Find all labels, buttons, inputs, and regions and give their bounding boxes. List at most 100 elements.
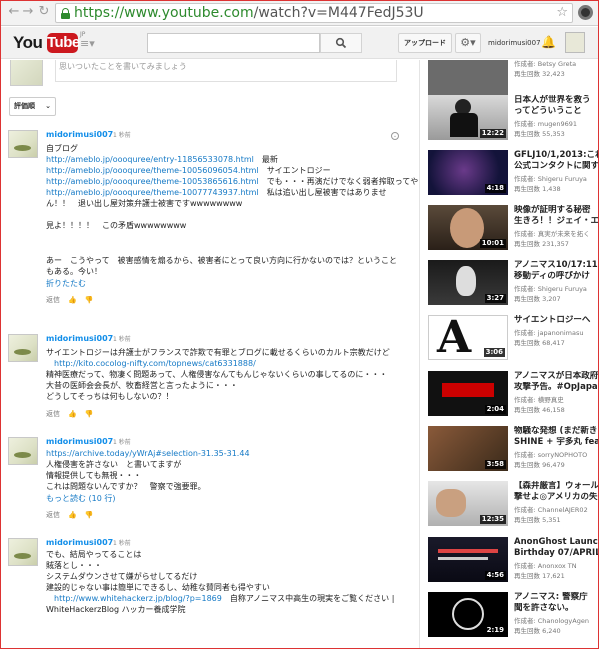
search-input[interactable] (147, 33, 320, 53)
video-thumbnail[interactable]: 12:22 (428, 95, 508, 140)
related-video[interactable]: 2:19 アノニマス: 警察庁 聞を許さない。 作成者: ChanologyAg… (428, 592, 599, 639)
thumb-down-icon[interactable]: 👎 (85, 296, 94, 304)
sort-dropdown[interactable]: 評価順 ⌄ (9, 97, 56, 116)
thumb-up-icon[interactable]: 👍 (68, 410, 77, 418)
comment-time[interactable]: 1 秒前 (113, 437, 131, 446)
video-author[interactable]: 作成者: Betsy Greta (514, 60, 599, 69)
related-video[interactable]: 4:18 GFLJ10/1,2013:これ 公式コンタクトに関する 作成者: S… (428, 150, 599, 197)
commenter-avatar[interactable] (8, 130, 38, 158)
video-author[interactable]: 作成者: 真実が未来を拓く (514, 229, 599, 239)
related-video[interactable]: 12:35 【森井厳言】ウォール 撃せよ◎アメリカの失 作成者: Channel… (428, 481, 599, 528)
reply-button[interactable]: 返信 (46, 296, 60, 304)
account-avatar[interactable] (565, 32, 585, 53)
commenter-avatar[interactable] (8, 334, 38, 362)
thumb-up-icon[interactable]: 👍 (68, 296, 77, 304)
comment-link[interactable]: http://ameblo.jp/oooquree/theme-10053865… (46, 177, 259, 186)
video-author[interactable]: 作成者: ChannelAJER02 (514, 505, 599, 515)
thumb-down-icon[interactable]: 👎 (85, 410, 94, 418)
related-video[interactable]: 4:56 AnonGhost Launch Birthday 07/APRIL/… (428, 537, 599, 584)
extension-icon[interactable] (578, 5, 593, 20)
video-thumbnail[interactable]: 4:56 (428, 537, 508, 582)
video-title[interactable]: AnonGhost Launch (514, 537, 599, 548)
search-button[interactable] (320, 33, 362, 53)
bookmark-star-icon[interactable]: ☆ (556, 5, 568, 20)
video-author[interactable]: 作成者: 横野真史 (514, 395, 599, 405)
video-title[interactable]: 生きろ！！ジェイ・エセ (514, 216, 599, 227)
comment-time[interactable]: 1 秒前 (113, 130, 131, 139)
video-title[interactable]: 映像が証明する秘密 (514, 205, 599, 216)
video-thumbnail[interactable] (428, 60, 508, 97)
video-title[interactable]: 公式コンタクトに関する (514, 161, 599, 172)
forward-arrow-icon[interactable]: → (20, 4, 36, 20)
video-thumbnail[interactable]: 3:58 (428, 426, 508, 471)
guide-menu-icon[interactable]: ≡▾ (80, 37, 95, 50)
video-title[interactable]: 物騒な発想 (まだ新き (514, 426, 599, 437)
video-author[interactable]: 作成者: ChanologyAgen (514, 616, 599, 626)
notification-bell-icon[interactable]: 🔔 (541, 35, 556, 49)
video-title[interactable]: 聞を許さない。 (514, 603, 599, 614)
related-video[interactable]: 12:22 日本人が世界を救う ってどういうこと 作成者: mugen9691 … (428, 95, 599, 142)
collapse-link[interactable]: 折りたたむ (46, 278, 86, 289)
comment-link[interactable]: https://archive.today/yWrAj#selection-31… (46, 449, 250, 458)
related-video[interactable]: A 3:06 サイエントロジーへ 作成者: japanonimasu 再生回数 … (428, 315, 599, 362)
username[interactable]: midorimusi007 (488, 39, 541, 47)
reload-icon[interactable]: ↻ (36, 4, 52, 20)
upload-button[interactable]: アップロード (398, 33, 452, 53)
video-title[interactable]: アノニマスが日本政府 (514, 371, 599, 382)
comment-link[interactable]: http://www.whitehackerz.jp/blog/?p=1869 (54, 594, 222, 603)
comment-author[interactable]: midorimusi007 (46, 538, 113, 547)
video-title[interactable]: 攻撃予告。#OpJapan (514, 382, 599, 393)
related-video[interactable]: 3:58 物騒な発想 (まだ新き SHINE + 宇多丸 feat 作成者: s… (428, 426, 599, 473)
related-video[interactable]: 2:04 アノニマスが日本政府 攻撃予告。#OpJapan 作成者: 横野真史 … (428, 371, 599, 418)
video-title[interactable]: 【森井厳言】ウォール (514, 481, 599, 492)
video-thumbnail[interactable]: 12:35 (428, 481, 508, 526)
video-thumbnail[interactable]: 10:01 (428, 205, 508, 250)
video-title[interactable]: アノニマス10/17:11- (514, 260, 599, 271)
video-title[interactable]: SHINE + 宇多丸 feat (514, 437, 599, 448)
comment-link[interactable]: http://ameblo.jp/oooquree/entry-11856533… (46, 155, 254, 164)
video-thumbnail[interactable]: 3:27 (428, 260, 508, 305)
video-thumbnail[interactable]: 2:19 (428, 592, 508, 637)
video-author[interactable]: 作成者: Shigeru Furuya (514, 284, 599, 294)
reply-button[interactable]: 返信 (46, 511, 60, 519)
comment-input[interactable]: 思いついたことを書いてみましょう (55, 60, 397, 82)
video-thumbnail[interactable]: 4:18 (428, 150, 508, 195)
video-author[interactable]: 作成者: mugen9691 (514, 119, 599, 129)
comment-time[interactable]: 1 秒前 (113, 538, 131, 547)
thumb-up-icon[interactable]: 👍 (68, 511, 77, 519)
related-video[interactable]: 作成者: Betsy Greta 再生回数 32,423 (428, 60, 599, 99)
read-more-link[interactable]: もっと読む (10 行) (46, 493, 116, 504)
address-bar[interactable]: https://www.youtube.com/watch?v=M447FedJ… (55, 3, 573, 23)
comment-link[interactable]: http://kito.cocolog-nifty.com/topnews/ca… (54, 359, 256, 368)
video-author[interactable]: 作成者: Shigeru Furuya (514, 174, 599, 184)
video-title[interactable]: 移動ディの呼びかけ (514, 271, 599, 282)
video-views: 再生回数 96,479 (514, 461, 565, 469)
video-title[interactable]: Birthday 07/APRIL/2 (514, 548, 599, 559)
video-thumbnail[interactable]: 2:04 (428, 371, 508, 416)
reply-button[interactable]: 返信 (46, 410, 60, 418)
related-video[interactable]: 3:27 アノニマス10/17:11- 移動ディの呼びかけ 作成者: Shige… (428, 260, 599, 307)
video-author[interactable]: 作成者: japanonimasu (514, 328, 599, 338)
commenter-avatar[interactable] (8, 538, 38, 566)
video-title[interactable]: GFLJ10/1,2013:これ (514, 150, 599, 161)
video-title[interactable]: 日本人が世界を救う (514, 95, 599, 106)
comment-link[interactable]: http://ameblo.jp/oooquree/theme-10056096… (46, 166, 259, 175)
video-title[interactable]: アノニマス: 警察庁 (514, 592, 599, 603)
comment-link[interactable]: http://ameblo.jp/oooquree/theme-10077743… (46, 188, 259, 197)
video-thumbnail[interactable]: A 3:06 (428, 315, 508, 360)
video-title[interactable]: 撃せよ◎アメリカの失 (514, 492, 599, 503)
video-title[interactable]: サイエントロジーへ (514, 315, 599, 326)
comment-menu-icon[interactable]: ⌄ (391, 132, 399, 140)
comment-time[interactable]: 1 秒前 (113, 334, 131, 343)
settings-gear-icon[interactable]: ⚙▾ (455, 33, 481, 53)
comment-author[interactable]: midorimusi007 (46, 437, 113, 446)
video-title[interactable]: ってどういうこと (514, 106, 599, 117)
commenter-avatar[interactable] (8, 437, 38, 465)
comment-author[interactable]: midorimusi007 (46, 130, 113, 139)
video-author[interactable]: 作成者: Anonxox TN (514, 561, 599, 571)
video-author[interactable]: 作成者: sorryNOPHOTO (514, 450, 599, 460)
comment-author[interactable]: midorimusi007 (46, 334, 113, 343)
thumb-down-icon[interactable]: 👎 (85, 511, 94, 519)
related-video[interactable]: 10:01 映像が証明する秘密 生きろ！！ジェイ・エセ 作成者: 真実が未来を拓… (428, 205, 599, 252)
my-avatar (10, 60, 43, 86)
